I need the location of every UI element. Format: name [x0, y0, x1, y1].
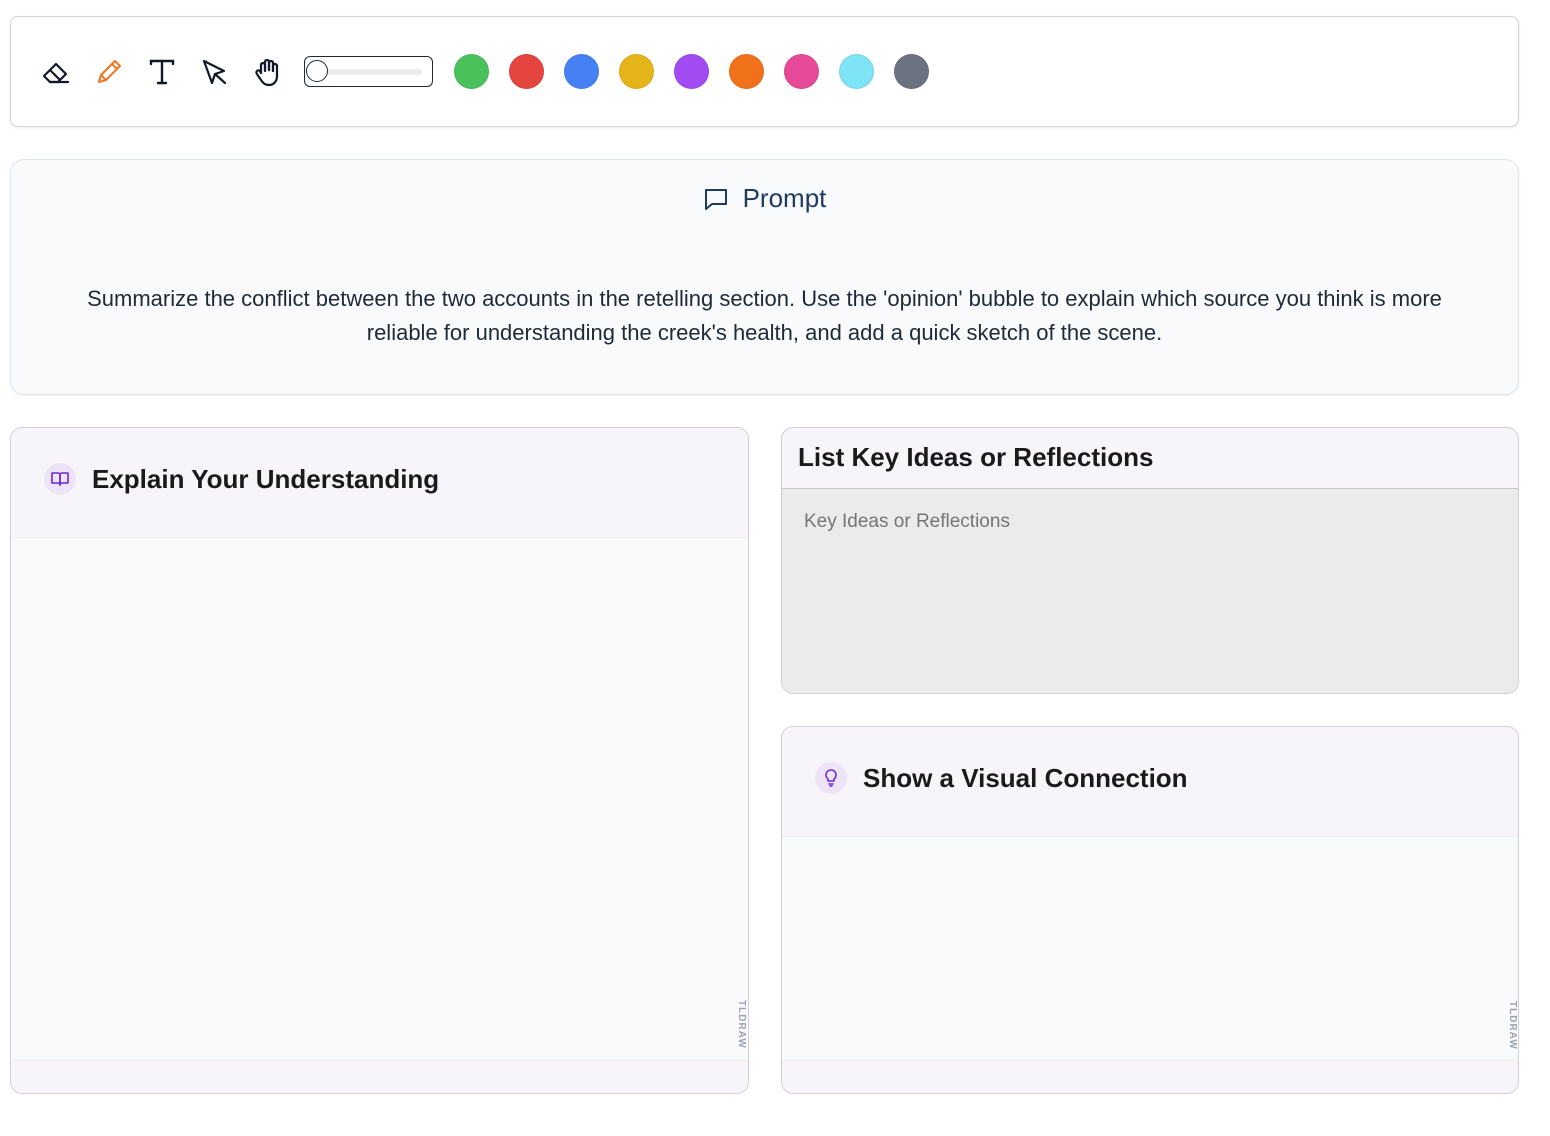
pencil-tool-button[interactable] [92, 55, 126, 89]
visual-panel-footer [782, 1060, 1518, 1093]
prompt-title: Prompt [742, 183, 827, 213]
color-swatch-purple[interactable] [674, 54, 709, 89]
cursor-icon [202, 59, 227, 84]
slider-track [315, 69, 422, 75]
hand-tool-button[interactable] [251, 55, 285, 89]
explain-panel-footer [11, 1060, 748, 1093]
explain-panel: Explain Your Understanding TLDRAW [10, 427, 749, 1094]
select-tool-button[interactable] [198, 55, 232, 89]
color-swatch-gray[interactable] [894, 54, 929, 89]
color-swatch-blue[interactable] [564, 54, 599, 89]
message-square-icon [704, 188, 727, 210]
prompt-text: Summarize the conflict between the two a… [87, 286, 1442, 345]
drawing-toolbar [10, 16, 1519, 127]
lightbulb-icon [825, 769, 837, 787]
explain-panel-title: Explain Your Understanding [92, 463, 440, 494]
stroke-size-slider[interactable] [304, 56, 433, 87]
visual-panel: Show a Visual Connection TLDRAW [781, 726, 1519, 1094]
book-open-icon [51, 472, 69, 486]
eraser-tool-button[interactable] [39, 55, 73, 89]
color-swatch-yellow[interactable] [619, 54, 654, 89]
prompt-header: Prompt [11, 183, 1518, 214]
color-swatch-cyan[interactable] [839, 54, 874, 89]
prompt-card: Prompt Summarize the conflict between th… [10, 159, 1519, 395]
text-icon [149, 59, 175, 84]
text-tool-button[interactable] [145, 55, 179, 89]
visual-panel-header: Show a Visual Connection [782, 727, 1518, 837]
hand-icon [255, 58, 279, 86]
explain-drawing-canvas[interactable]: TLDRAW [11, 538, 748, 1062]
tldraw-watermark: TLDRAW [1507, 1001, 1518, 1050]
slider-thumb[interactable] [306, 60, 328, 82]
explain-panel-header: Explain Your Understanding [11, 428, 748, 538]
key-ideas-title: List Key Ideas or Reflections [798, 442, 1154, 472]
book-icon-bubble [44, 463, 76, 495]
key-ideas-textarea[interactable] [782, 488, 1518, 693]
lightbulb-icon-bubble [815, 762, 847, 794]
visual-drawing-canvas[interactable]: TLDRAW [782, 837, 1518, 1062]
color-swatch-green[interactable] [454, 54, 489, 89]
eraser-icon [42, 62, 70, 83]
key-ideas-panel: List Key Ideas or Reflections [781, 427, 1519, 694]
visual-panel-title: Show a Visual Connection [863, 762, 1188, 793]
pencil-icon [97, 59, 122, 83]
tldraw-watermark: TLDRAW [736, 1000, 747, 1049]
color-swatch-red[interactable] [509, 54, 544, 89]
color-swatch-orange[interactable] [729, 54, 764, 89]
color-swatch-pink[interactable] [784, 54, 819, 89]
